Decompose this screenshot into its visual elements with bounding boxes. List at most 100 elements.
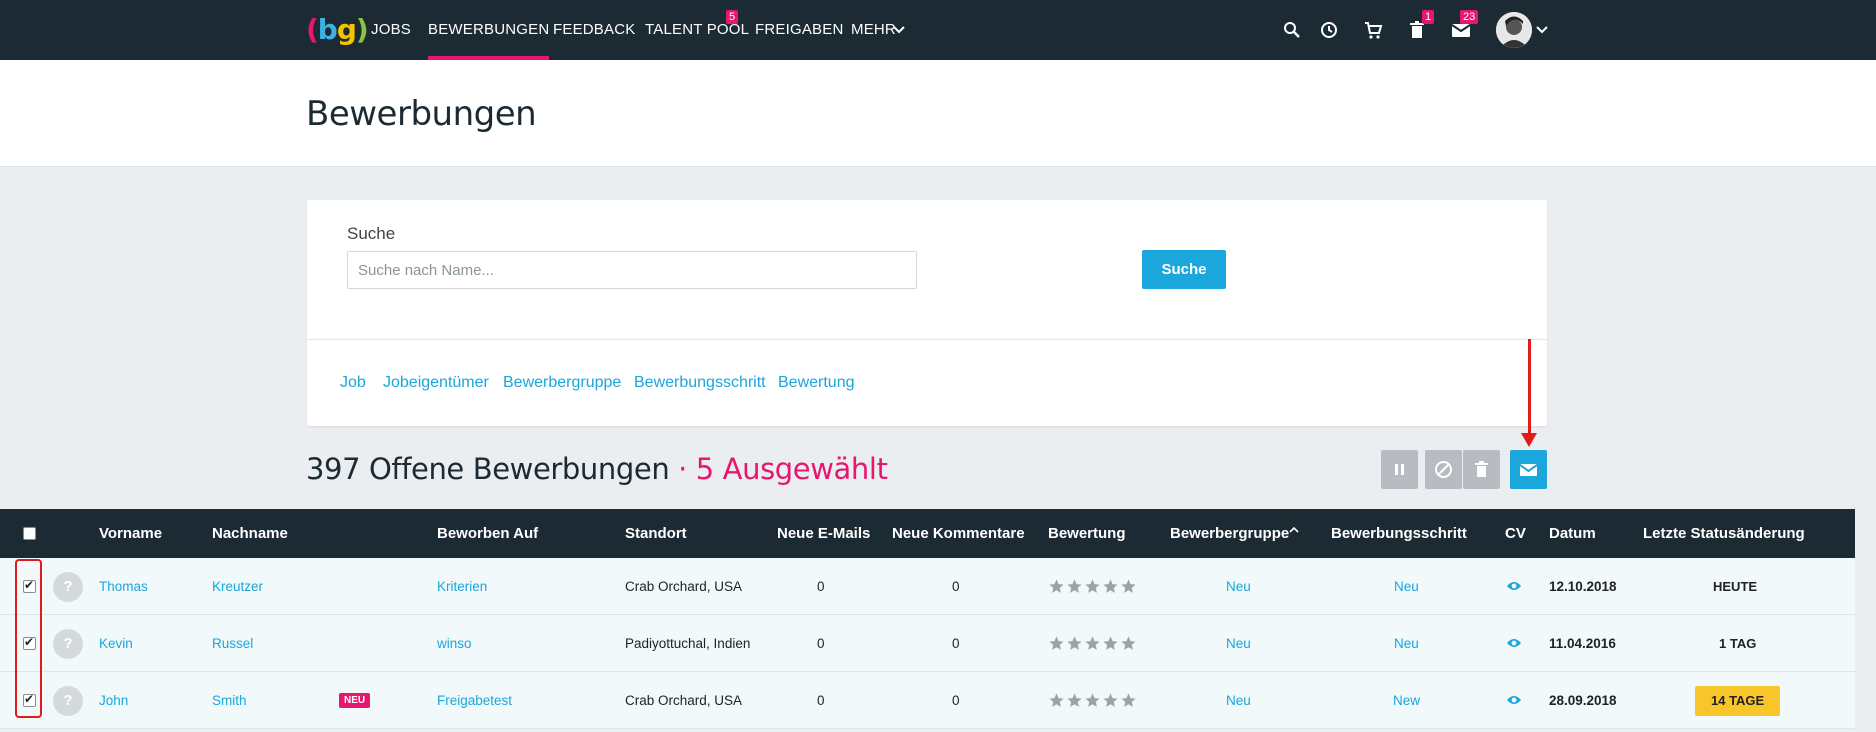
star-icon[interactable] [1048, 635, 1065, 652]
nav-item-freigaben[interactable]: FREIGABEN [755, 0, 843, 60]
star-icon[interactable] [1066, 692, 1083, 709]
filter-bewertung[interactable]: Bewertung [778, 374, 855, 392]
filter-job[interactable]: Job [340, 374, 366, 392]
chevron-down-icon[interactable] [1536, 25, 1548, 35]
status-badge: 1 TAG [1719, 636, 1757, 651]
delete-button[interactable] [1463, 450, 1500, 489]
col-bewertung[interactable]: Bewertung [1048, 509, 1126, 558]
filter-bewerbungsschritt[interactable]: Bewerbungsschritt [634, 374, 766, 392]
job-link[interactable]: Freigabetest [437, 672, 512, 729]
nachname-link[interactable]: Smith [212, 672, 247, 729]
table-header: Vorname Nachname Beworben Auf Standort N… [0, 509, 1855, 558]
col-nachname[interactable]: Nachname [212, 509, 288, 558]
brand-logo[interactable]: (bg) [306, 12, 369, 48]
job-link[interactable]: Kriterien [437, 558, 487, 615]
star-icon[interactable] [1120, 635, 1137, 652]
applications-summary: 397 Offene Bewerbungen · 5 Ausgewählt [306, 452, 888, 486]
rating-stars[interactable] [1048, 578, 1138, 596]
new-comments-count: 0 [952, 636, 960, 651]
eye-icon[interactable] [1506, 694, 1522, 706]
search-card: Suche Suche Job Jobeigentümer Bewerbergr… [307, 200, 1547, 426]
filter-bewerbergruppe[interactable]: Bewerbergruppe [503, 374, 621, 392]
bewerbergruppe-link[interactable]: Neu [1226, 615, 1251, 672]
block-button[interactable] [1425, 450, 1462, 489]
col-cv[interactable]: CV [1505, 509, 1526, 558]
star-icon[interactable] [1066, 578, 1083, 595]
search-icon[interactable] [1280, 18, 1304, 42]
pause-button[interactable] [1381, 450, 1418, 489]
star-icon[interactable] [1102, 692, 1119, 709]
summary-separator: · [669, 452, 696, 486]
star-icon[interactable] [1102, 635, 1119, 652]
nachname-link[interactable]: Russel [212, 615, 253, 672]
bewerbungsschritt-link[interactable]: Neu [1394, 558, 1419, 615]
annotation-arrow [1528, 339, 1531, 441]
col-bewerbergruppe[interactable]: Bewerbergruppe [1170, 509, 1289, 558]
table-row[interactable]: ? John Smith NEU Freigabetest Crab Orcha… [0, 672, 1855, 729]
col-datum[interactable]: Datum [1549, 509, 1596, 558]
star-icon[interactable] [1102, 578, 1119, 595]
rating-stars[interactable] [1048, 635, 1138, 653]
star-icon[interactable] [1084, 635, 1101, 652]
eye-icon[interactable] [1506, 580, 1522, 592]
col-letzte-statusaenderung[interactable]: Letzte Statusänderung [1643, 509, 1805, 558]
filter-jobeigentuemer[interactable]: Jobeigentümer [383, 374, 489, 392]
star-icon[interactable] [1066, 635, 1083, 652]
nav-item-bewerbungen[interactable]: BEWERBUNGEN [428, 0, 550, 60]
chevron-down-icon[interactable] [893, 25, 905, 35]
col-neue-emails[interactable]: Neue E-Mails [777, 509, 870, 558]
nav-item-talent-pool[interactable]: TALENT POOL [645, 0, 749, 60]
bewerbungsschritt-link[interactable]: New [1393, 672, 1420, 729]
select-all-checkbox[interactable] [23, 527, 36, 540]
selected-count: 5 Ausgewählt [695, 452, 888, 486]
star-icon[interactable] [1048, 692, 1065, 709]
cart-icon[interactable] [1361, 18, 1385, 42]
clock-icon[interactable] [1317, 18, 1341, 42]
star-icon[interactable] [1120, 578, 1137, 595]
nav-item-mehr-label: MEHR [851, 21, 896, 38]
new-emails-count: 0 [817, 636, 825, 651]
new-emails-count: 0 [817, 693, 825, 708]
status-badge: 14 TAGE [1695, 686, 1781, 716]
annotation-arrow-head [1521, 433, 1537, 447]
table-row[interactable]: ? Thomas Kreutzer Kriterien Crab Orchard… [0, 558, 1855, 615]
top-navigation: (bg) JOBS BEWERBUNGEN FEEDBACK TALENT PO… [0, 0, 1876, 60]
page-header: Bewerbungen [0, 60, 1876, 167]
star-icon[interactable] [1084, 692, 1101, 709]
nav-item-feedback[interactable]: FEEDBACK [553, 0, 635, 60]
col-bewerbungsschritt[interactable]: Bewerbungsschritt [1331, 509, 1467, 558]
avatar[interactable] [1496, 12, 1532, 48]
nachname-link[interactable]: Kreutzer [212, 558, 263, 615]
bewerbungsschritt-link[interactable]: Neu [1394, 615, 1419, 672]
mail-icon [1519, 464, 1538, 476]
search-input[interactable] [347, 251, 917, 289]
job-link[interactable]: winso [437, 615, 472, 672]
datum: 12.10.2018 [1549, 579, 1617, 594]
vorname-link[interactable]: Thomas [99, 558, 148, 615]
bewerbergruppe-link[interactable]: Neu [1226, 558, 1251, 615]
vorname-link[interactable]: Kevin [99, 615, 133, 672]
send-mail-button[interactable] [1510, 450, 1547, 489]
mail-badge: 23 [1460, 10, 1479, 24]
star-icon[interactable] [1120, 692, 1137, 709]
new-comments-count: 0 [952, 579, 960, 594]
star-icon[interactable] [1084, 578, 1101, 595]
divider [307, 339, 1547, 340]
star-icon[interactable] [1048, 578, 1065, 595]
sort-asc-icon[interactable] [1289, 526, 1299, 534]
bewerbergruppe-link[interactable]: Neu [1226, 672, 1251, 729]
col-neue-kommentare[interactable]: Neue Kommentare [892, 509, 1025, 558]
col-standort[interactable]: Standort [625, 509, 687, 558]
table-row[interactable]: ? Kevin Russel winso Padiyottuchal, Indi… [0, 615, 1855, 672]
vorname-link[interactable]: John [99, 672, 128, 729]
nav-item-mehr[interactable]: MEHR [851, 0, 896, 60]
annotation-checkbox-highlight [15, 559, 42, 718]
col-beworben-auf[interactable]: Beworben Auf [437, 509, 538, 558]
avatar: ? [53, 572, 83, 602]
rating-stars[interactable] [1048, 692, 1138, 710]
new-emails-count: 0 [817, 579, 825, 594]
col-vorname[interactable]: Vorname [99, 509, 162, 558]
search-button[interactable]: Suche [1142, 250, 1226, 289]
nav-item-jobs[interactable]: JOBS [371, 0, 411, 60]
eye-icon[interactable] [1506, 637, 1522, 649]
